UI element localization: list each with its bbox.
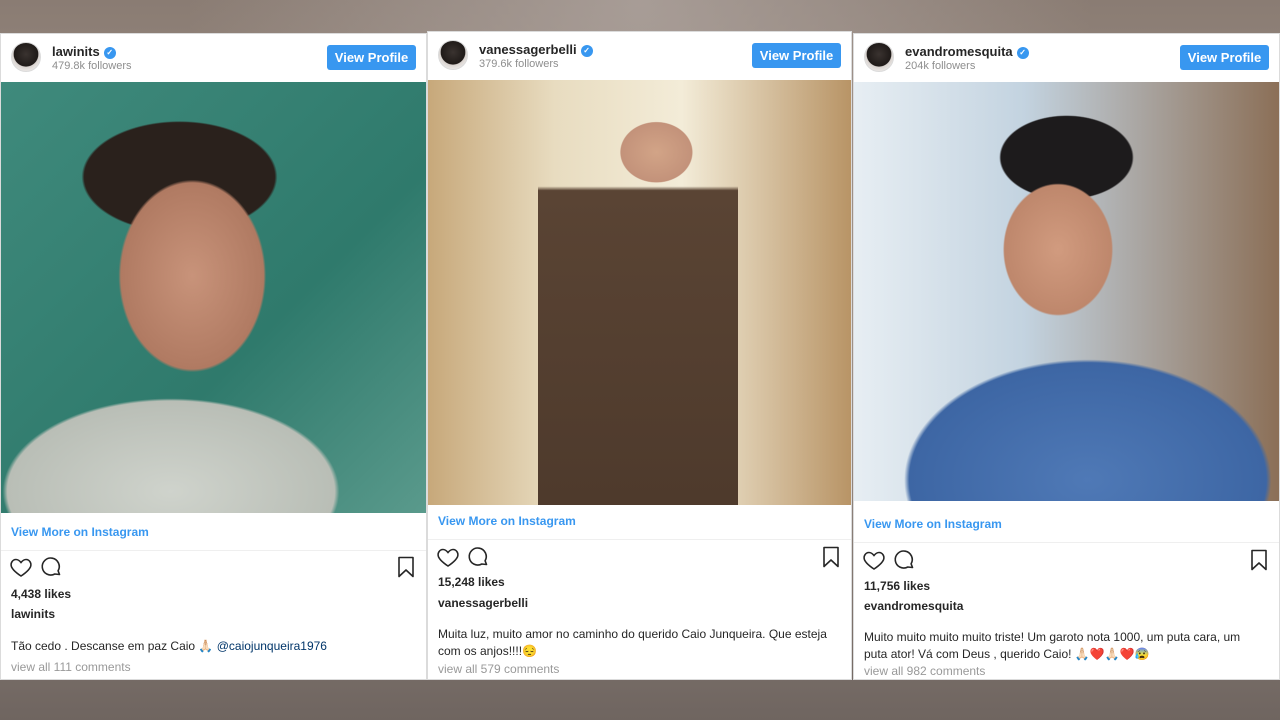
caption-author[interactable]: evandromesquita — [864, 599, 963, 613]
bookmark-icon[interactable] — [394, 555, 418, 579]
verified-badge-icon: ✓ — [103, 46, 116, 59]
caption-text: Tão cedo . Descanse em paz Caio 🙏🏻 — [11, 639, 214, 653]
view-profile-button[interactable]: View Profile — [752, 43, 841, 68]
caption-author[interactable]: vanessagerbelli — [438, 596, 528, 610]
caption: Muito muito muito muito triste! Um garot… — [864, 629, 1265, 663]
username-link[interactable]: evandromesquita — [905, 44, 1013, 59]
caption-text: Muita luz, muito amor no caminho do quer… — [438, 627, 827, 658]
follower-count: 479.8k followers — [52, 60, 132, 72]
like-count[interactable]: 4,438 likes — [11, 587, 71, 601]
caption: Muita luz, muito amor no caminho do quer… — [438, 626, 837, 660]
comment-icon[interactable] — [466, 545, 490, 569]
follower-count: 204k followers — [905, 60, 976, 72]
instagram-embed-card: evandromesquita ✓ 204k followers View Pro… — [853, 33, 1280, 680]
bookmark-icon[interactable] — [819, 545, 843, 569]
caption-author[interactable]: lawinits — [11, 607, 55, 621]
heart-icon[interactable] — [436, 545, 460, 569]
post-image[interactable] — [428, 80, 851, 505]
post-header: evandromesquita ✓ 204k followers View Pro… — [854, 34, 1279, 81]
view-more-link[interactable]: View More on Instagram — [438, 514, 576, 528]
like-count[interactable]: 11,756 likes — [864, 579, 930, 593]
avatar[interactable] — [864, 42, 894, 72]
instagram-embed-card: vanessagerbelli ✓ 379.6k followers View P… — [427, 31, 852, 680]
comment-icon[interactable] — [39, 555, 63, 579]
mention-link[interactable]: @caiojunqueira1976 — [217, 639, 327, 653]
divider — [854, 542, 1279, 543]
username-link[interactable]: vanessagerbelli — [479, 42, 577, 57]
view-more-link[interactable]: View More on Instagram — [864, 517, 1002, 531]
heart-icon[interactable] — [862, 548, 886, 572]
divider — [428, 539, 851, 540]
username[interactable]: evandromesquita ✓ — [905, 44, 1029, 59]
follower-count: 379.6k followers — [479, 58, 559, 70]
username[interactable]: vanessagerbelli ✓ — [479, 42, 593, 57]
like-count[interactable]: 15,248 likes — [438, 575, 505, 589]
instagram-embed-card: lawinits ✓ 479.8k followers View Profile … — [0, 33, 427, 680]
view-profile-button[interactable]: View Profile — [1180, 45, 1269, 70]
avatar[interactable] — [11, 42, 41, 72]
post-header: lawinits ✓ 479.8k followers View Profile — [1, 34, 426, 81]
post-actions — [436, 545, 843, 571]
post-actions — [862, 548, 1271, 574]
username-link[interactable]: lawinits — [52, 44, 100, 59]
view-more-link[interactable]: View More on Instagram — [11, 525, 149, 539]
view-comments-link[interactable]: view all 579 comments — [438, 662, 559, 676]
post-header: vanessagerbelli ✓ 379.6k followers View P… — [428, 32, 851, 79]
caption: Tão cedo . Descanse em paz Caio 🙏🏻 @caio… — [11, 638, 412, 655]
view-comments-link[interactable]: view all 982 comments — [864, 664, 985, 678]
heart-icon[interactable] — [9, 555, 33, 579]
post-image[interactable] — [854, 82, 1279, 501]
post-image[interactable] — [1, 82, 426, 513]
caption-text: Muito muito muito muito triste! Um garot… — [864, 630, 1241, 661]
view-comments-link[interactable]: view all 111 comments — [11, 660, 131, 674]
verified-badge-icon: ✓ — [580, 44, 593, 57]
post-actions — [9, 555, 418, 581]
avatar[interactable] — [438, 40, 468, 70]
divider — [1, 550, 426, 551]
verified-badge-icon: ✓ — [1016, 46, 1029, 59]
comment-icon[interactable] — [892, 548, 916, 572]
bookmark-icon[interactable] — [1247, 548, 1271, 572]
username[interactable]: lawinits ✓ — [52, 44, 116, 59]
view-profile-button[interactable]: View Profile — [327, 45, 416, 70]
